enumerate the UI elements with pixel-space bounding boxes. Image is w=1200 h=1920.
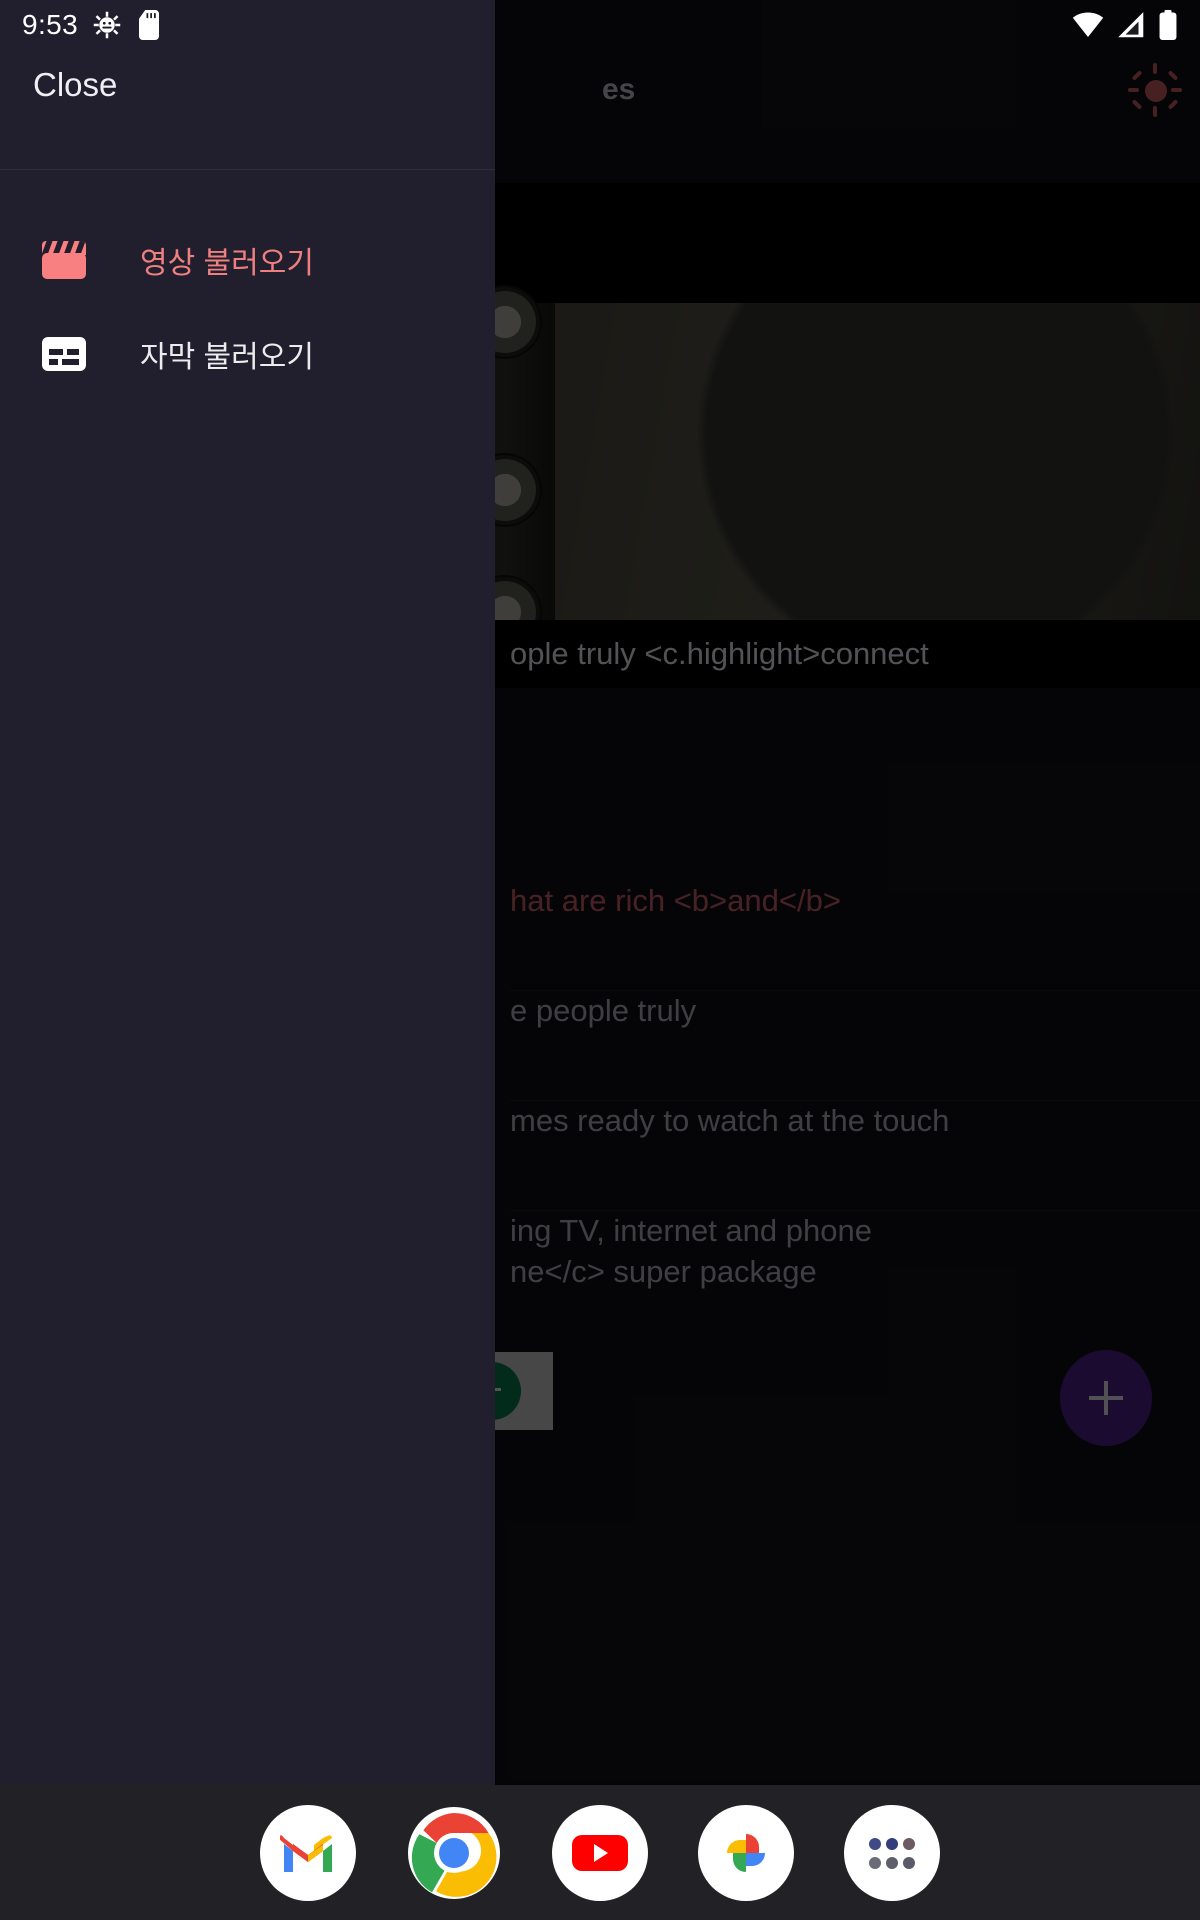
youtube-icon[interactable] — [552, 1804, 648, 1901]
menu-item-label: 영상 불러오기 — [140, 247, 314, 280]
status-bar: 9:53 — [0, 0, 1200, 50]
phone-screen: es — [0, 0, 1200, 1920]
app-drawer-icon[interactable] — [844, 1804, 940, 1901]
wifi-icon — [1072, 12, 1104, 37]
navigation-drawer: Close 영상 불러오기 자막 불러오기 — [0, 0, 495, 1785]
status-bar-clock: 9:53 — [22, 9, 79, 40]
movie-clapper-icon — [25, 241, 103, 279]
gmail-icon[interactable] — [260, 1804, 356, 1901]
menu-item-label: 자막 불러오기 — [140, 341, 314, 374]
menu-item-load-subtitles[interactable]: 자막 불러오기 — [0, 309, 495, 399]
chrome-icon[interactable] — [406, 1805, 502, 1901]
battery-icon — [1159, 10, 1177, 40]
menu-item-load-video[interactable]: 영상 불러오기 — [0, 215, 495, 305]
google-photos-icon[interactable] — [698, 1804, 794, 1901]
cellular-signal-icon — [1118, 12, 1144, 38]
close-button[interactable]: Close — [33, 66, 117, 104]
sd-card-icon — [139, 10, 160, 40]
subtitles-icon — [25, 337, 103, 371]
app-dock — [0, 1785, 1200, 1920]
android-debug-icon — [93, 11, 121, 39]
